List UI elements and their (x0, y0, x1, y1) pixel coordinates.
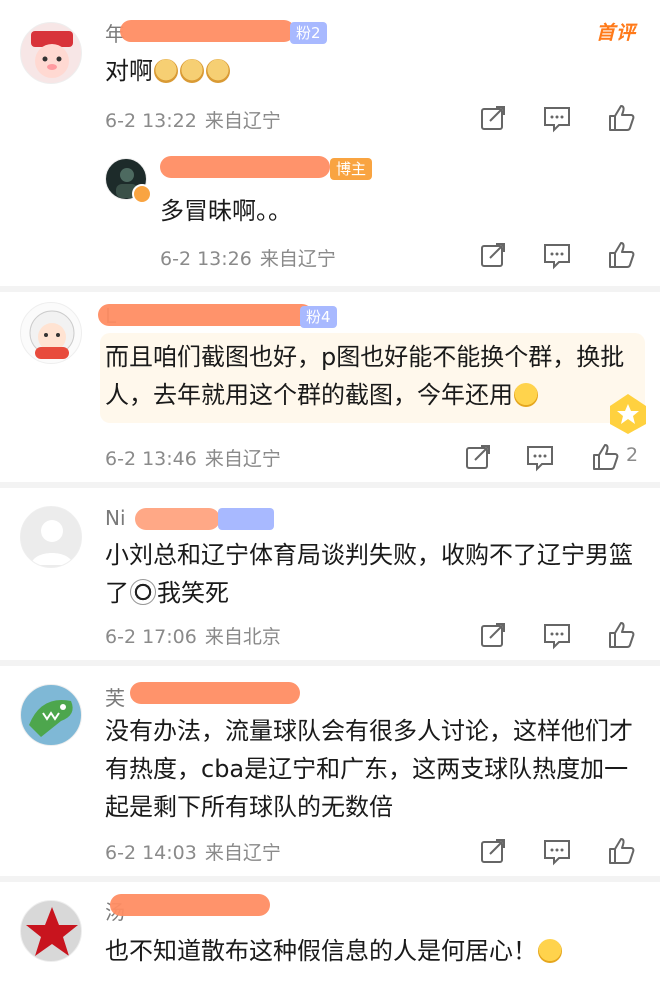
comment-location: 来自辽宁 (259, 248, 336, 270)
comment-icon (527, 446, 553, 472)
comment-item: 年 粉2 首评 对啊 6-2 13:22 来自辽宁 (0, 0, 660, 140)
comment-item: Ni 小刘总和辽宁体育局谈判失败，收购不了辽宁男篮了 我笑死 6-2 17:06 来… (0, 488, 660, 660)
comment-text: 小刘总和辽宁体育局谈判失败，收购不了辽宁男篮了 我笑死 (105, 536, 635, 612)
comment-location: 来自北京 (204, 626, 281, 648)
comment-text-body: 而且咱们截图也好，p图也好能不能换个群，换批人，去年就用这个群的截图，今年还用 (105, 343, 625, 409)
comment-icon (544, 244, 570, 270)
share-button[interactable] (478, 103, 508, 133)
verified-icon (132, 184, 152, 204)
thumbs-up-icon (593, 444, 619, 470)
comment-button[interactable] (525, 442, 555, 472)
doge-emoji-icon (180, 59, 204, 83)
thinking-emoji-icon (538, 939, 562, 963)
comment-icon (544, 107, 570, 133)
comment-item: 汤 也不知道散布这种假信息的人是何居心！ (0, 882, 660, 983)
share-button[interactable] (463, 442, 493, 472)
thinking-emoji-icon (514, 383, 538, 407)
comment-text: 没有办法，流量球队会有很多人讨论，这样他们才有热度，cba是辽宁和广东，这两支球… (105, 717, 633, 821)
share-icon (481, 243, 505, 267)
like-button[interactable] (606, 620, 636, 650)
comment-meta: 6-2 13:22 来自辽宁 (105, 106, 289, 133)
comment-button[interactable] (542, 240, 572, 270)
username[interactable]: 芙 (105, 682, 125, 711)
thumbs-up-icon (609, 242, 635, 268)
comment-text: 也不知道散布这种假信息的人是何居心！ (105, 932, 563, 970)
comment-icon (544, 624, 570, 650)
comment-text: 多冒昧啊。。 (160, 197, 292, 225)
share-button[interactable] (478, 620, 508, 650)
comment-meta: 6-2 13:46 来自辽宁 (105, 444, 289, 471)
share-icon (481, 106, 505, 130)
doge-emoji-icon (154, 59, 178, 83)
avatar[interactable] (20, 506, 82, 568)
thumbs-up-icon (609, 838, 635, 864)
first-comment-tag: 首评 (595, 22, 636, 44)
comment-meta: 6-2 14:03 来自辽宁 (105, 838, 289, 865)
comment-time: 6-2 17:06 (105, 626, 197, 648)
host-badge: 博主 (330, 158, 373, 180)
comment-location: 来自辽宁 (204, 448, 281, 470)
default-avatar-icon (31, 520, 73, 565)
like-button[interactable] (590, 442, 620, 472)
comment-text: 对啊 (105, 52, 231, 90)
share-icon (481, 623, 505, 647)
thumbs-up-icon (609, 622, 635, 648)
comment-button[interactable] (542, 103, 572, 133)
sheep-avatar-icon (29, 310, 75, 359)
red-star-avatar-icon (26, 907, 78, 956)
comment-item: L 粉4 而且咱们截图也好，p图也好能不能换个群，换批人，去年就用这个群的截图，… (0, 292, 660, 482)
comment-text-tail: 我笑死 (157, 579, 229, 607)
fan-badge: 粉2 (290, 22, 327, 44)
like-button[interactable] (606, 103, 636, 133)
like-button[interactable] (606, 836, 636, 866)
avatar[interactable] (20, 900, 82, 962)
username[interactable]: Ni (105, 506, 126, 530)
comment-meta: 6-2 13:26 来自辽宁 (160, 244, 344, 271)
comment-meta: 6-2 17:06 来自北京 (105, 622, 289, 649)
thumbs-up-icon (609, 105, 635, 131)
comment-item: 芙 没有办法，流量球队会有很多人讨论，这样他们才有热度，cba是辽宁和广东，这两… (0, 666, 660, 876)
like-button[interactable] (606, 240, 636, 270)
fan-badge-redacted (218, 508, 274, 530)
comment-time: 6-2 13:46 (105, 448, 197, 470)
reply-item: 博主 多冒昧啊。。 6-2 13:26 来自辽宁 (0, 140, 660, 290)
avatar[interactable] (20, 302, 82, 364)
avatar[interactable] (20, 684, 82, 746)
comment-location: 来自辽宁 (204, 842, 281, 864)
redaction-mark (135, 508, 220, 530)
comment-time: 6-2 13:26 (160, 248, 252, 270)
cartoon-avatar-icon (31, 31, 73, 78)
like-count: 2 (626, 444, 639, 466)
doge-emoji-icon (206, 59, 230, 83)
share-button[interactable] (478, 240, 508, 270)
share-icon (466, 445, 490, 469)
fan-badge: 粉4 (300, 306, 337, 328)
comment-text: 而且咱们截图也好，p图也好能不能换个群，换批人，去年就用这个群的截图，今年还用 (105, 338, 625, 414)
redaction-mark (110, 894, 270, 916)
redaction-mark (130, 682, 300, 704)
share-icon (481, 839, 505, 863)
star-badge-icon (610, 394, 646, 434)
comment-button[interactable] (542, 836, 572, 866)
comment-icon (544, 840, 570, 866)
comment-text-body: 对啊 (105, 57, 153, 85)
dinosaur-avatar-icon (29, 700, 73, 737)
comment-button[interactable] (542, 620, 572, 650)
comment-time: 6-2 14:03 (105, 842, 197, 864)
football-emoji-icon (130, 579, 156, 605)
comment-time: 6-2 13:22 (105, 110, 197, 132)
share-button[interactable] (478, 836, 508, 866)
redaction-mark (120, 20, 295, 42)
comment-location: 来自辽宁 (204, 110, 281, 132)
avatar[interactable] (20, 22, 82, 84)
comment-text-body: 也不知道散布这种假信息的人是何居心！ (105, 937, 537, 965)
redaction-mark (98, 304, 313, 326)
redaction-mark (160, 156, 330, 178)
